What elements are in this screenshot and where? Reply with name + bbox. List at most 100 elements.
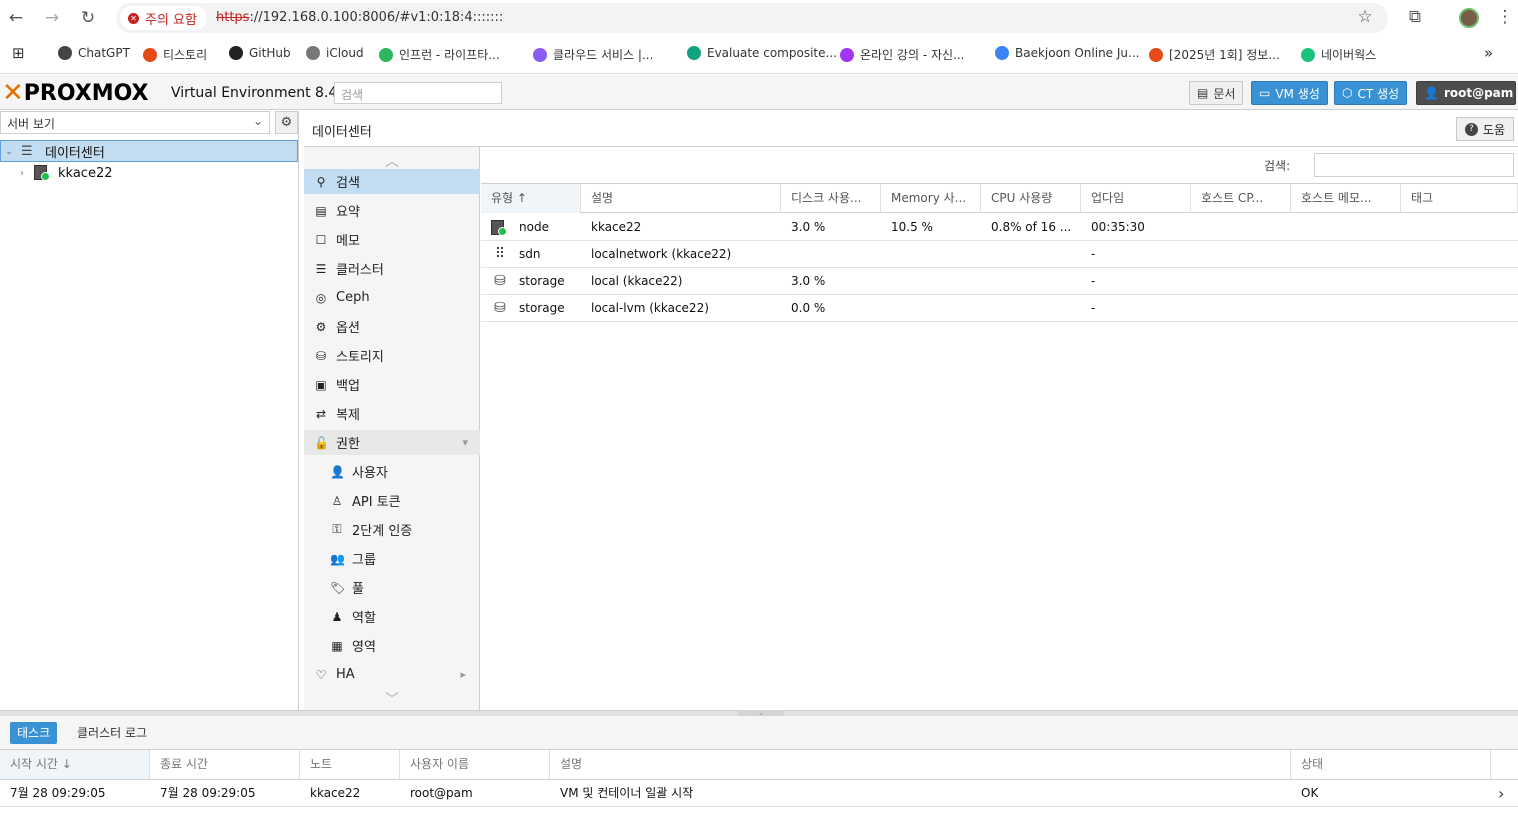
tree-item-datacenter[interactable]: ⌄ ☰ 데이터센터 — [0, 140, 298, 162]
table-cell: - — [1091, 301, 1096, 315]
menu-item[interactable]: 🏷 풀 — [304, 575, 480, 600]
menu-item[interactable]: 🔓 권한 ▾ — [304, 430, 480, 455]
menu-item[interactable]: ♟ 역할 — [304, 604, 480, 629]
user-menu-button[interactable]: 👤 root@pam ⌄ — [1416, 81, 1516, 105]
column-header[interactable]: 호스트 CP... — [1191, 184, 1291, 213]
security-warning-chip[interactable]: ✕ 주의 요함 — [120, 6, 207, 30]
tree-item-node[interactable]: › kkace22 — [0, 162, 298, 184]
menu-item[interactable]: ♡ HA ▸ — [304, 662, 480, 687]
column-header[interactable]: 시작 시간 ↓ — [0, 750, 150, 779]
profile-avatar[interactable] — [1459, 8, 1479, 28]
bookmark-item[interactable]: ChatGPT — [58, 46, 130, 60]
column-header[interactable]: 노트 — [300, 750, 400, 779]
bookmark-star-icon[interactable]: ☆ — [1354, 7, 1376, 27]
docs-button[interactable]: ▤ 문서 — [1189, 81, 1244, 105]
task-row[interactable]: 7월 28 09:29:05 7월 28 09:29:05 kkace22 root@… — [0, 780, 1518, 807]
task-table-header: 시작 시간 ↓ 종료 시간 노트 사용자 이름 설명 상태 — [0, 750, 1518, 780]
tree-item-label: 데이터센터 — [45, 145, 105, 161]
view-selector[interactable]: 서버 보기 ⌄ — [0, 111, 270, 134]
bookmark-item[interactable]: GitHub — [229, 46, 291, 60]
column-header[interactable]: 설명 — [581, 184, 781, 213]
scroll-up-icon[interactable]: ︿ — [304, 151, 480, 171]
menu-item[interactable]: ▤ 요약 — [304, 198, 480, 223]
menu-item[interactable]: ♙ API 토큰 — [304, 488, 480, 513]
column-header[interactable]: 업다임 — [1081, 184, 1191, 213]
more-bookmarks-icon[interactable]: » — [1484, 44, 1493, 62]
bookmark-item[interactable]: 클라우드 서비스 |... — [533, 46, 653, 63]
table-cell: 0.0 % — [791, 301, 826, 315]
column-header[interactable]: 사용자 이름 — [400, 750, 550, 779]
content-header: 데이터센터 ? 도움 — [304, 111, 1518, 147]
type-label: node — [519, 220, 549, 234]
menu-item[interactable]: ⚿ 2단계 인증 — [304, 517, 480, 542]
column-header[interactable]: 종료 시간 — [150, 750, 300, 779]
table-row[interactable]: ⠿ sdn localnetwork (kkace22) - — [481, 241, 1518, 268]
tab-cluster-log[interactable]: 클러스터 로그 — [70, 722, 154, 744]
header-search-input[interactable]: 검색 — [334, 82, 502, 104]
bookmark-item[interactable]: 네이버웍스 — [1301, 46, 1376, 63]
create-ct-button[interactable]: ⬡ CT 생성 — [1334, 81, 1408, 105]
column-header[interactable]: 호스트 메모... — [1291, 184, 1401, 213]
desktop-icon: ▭ — [1259, 86, 1271, 100]
back-icon[interactable]: ← — [6, 8, 26, 28]
create-vm-button[interactable]: ▭ VM 생성 — [1251, 81, 1328, 105]
extensions-icon[interactable]: ⧉ — [1404, 7, 1426, 27]
column-header[interactable]: 태그 — [1401, 184, 1518, 213]
menu-item[interactable]: ☐ 메모 — [304, 227, 480, 252]
user-icon: 👤 — [1424, 86, 1439, 100]
bookmark-item[interactable]: Baekjoon Online Ju... — [995, 46, 1139, 60]
tistory-icon — [143, 47, 157, 62]
menu-item[interactable]: 👥 그룹 — [304, 546, 480, 571]
tab-tasks[interactable]: 태스크 — [10, 722, 58, 744]
menu-item[interactable]: ☰ 클러스터 — [304, 256, 480, 281]
tree-settings-button[interactable]: ⚙ — [275, 111, 298, 134]
scroll-down-icon[interactable]: ﹀ — [304, 689, 480, 709]
bookmark-item[interactable]: 인프런 - 라이프타... — [379, 46, 500, 63]
address-bar[interactable]: ✕ 주의 요함 https://192.168.0.100:8006/#v1:0… — [116, 3, 1388, 33]
database-icon: ⛁ — [494, 300, 506, 316]
bookmark-item[interactable]: [2025년 1회] 정보... — [1149, 46, 1280, 63]
menu-item-label: 검색 — [336, 176, 360, 191]
collapse-triangle-icon[interactable]: ▾ — [462, 436, 468, 449]
column-header[interactable]: 유형 ↑ — [481, 184, 581, 213]
datacenter-icon: ☰ — [21, 143, 33, 159]
menu-item[interactable]: ◎ Ceph — [304, 285, 480, 310]
column-header[interactable]: 설명 — [550, 750, 1291, 779]
url-text[interactable]: https://192.168.0.100:8006/#v1:0:18:4:::… — [216, 10, 503, 25]
column-header[interactable]: Memory 사... — [881, 184, 981, 213]
table-cell: ⛁ storage — [481, 295, 581, 321]
bookmark-label: 인프런 - 라이프타... — [399, 48, 500, 62]
bookmark-item[interactable]: Evaluate composite... — [687, 46, 837, 60]
bookmark-item[interactable]: iCloud — [306, 46, 364, 60]
bookmark-item[interactable]: 온라인 강의 - 자신... — [840, 46, 965, 63]
chatgpt-icon — [58, 46, 72, 60]
chevron-down-icon: ⌄ — [252, 114, 263, 128]
column-header[interactable]: CPU 사용량 — [981, 184, 1081, 213]
help-button[interactable]: ? 도움 — [1455, 117, 1514, 141]
column-header[interactable]: 상태 — [1291, 750, 1491, 779]
menu-item[interactable]: 👤 사용자 — [304, 459, 480, 484]
menu-item[interactable]: ⚙ 옵션 — [304, 314, 480, 339]
menu-item[interactable]: ▣ 백업 — [304, 372, 480, 397]
expand-icon[interactable]: › — [20, 168, 34, 179]
apps-grid-icon[interactable]: ⊞ — [12, 44, 25, 62]
menu-item[interactable]: ⇄ 복제 — [304, 401, 480, 426]
reload-icon[interactable]: ↻ — [78, 8, 98, 28]
forward-icon[interactable]: → — [42, 8, 62, 28]
menu-item-label: 2단계 인증 — [352, 524, 413, 539]
table-row[interactable]: node kkace22 3.0 % 10.5 % 0.8% of 16 ... 00:3… — [481, 214, 1518, 241]
table-row[interactable]: ⛁ storage local-lvm (kkace22) 0.0 % - — [481, 295, 1518, 322]
more-menu-icon[interactable]: ⋮ — [1494, 7, 1516, 27]
chevron-right-icon[interactable]: › — [1498, 780, 1504, 807]
bookmark-item[interactable]: 티스토리 — [143, 46, 207, 63]
column-header[interactable]: 디스크 사용... — [781, 184, 881, 213]
tags-icon: 🏷 — [330, 580, 346, 595]
collapse-icon[interactable]: ⌄ — [5, 146, 19, 157]
table-row[interactable]: ⛁ storage local (kkace22) 3.0 % - — [481, 268, 1518, 295]
expand-triangle-icon[interactable]: ▸ — [460, 668, 466, 681]
menu-item[interactable]: ⛁ 스토리지 — [304, 343, 480, 368]
unlock-icon: 🔓 — [314, 435, 329, 450]
grid-search-input[interactable] — [1314, 153, 1514, 177]
menu-item[interactable]: ▦ 영역 — [304, 633, 480, 658]
menu-item[interactable]: ⚲ 검색 — [304, 169, 480, 194]
